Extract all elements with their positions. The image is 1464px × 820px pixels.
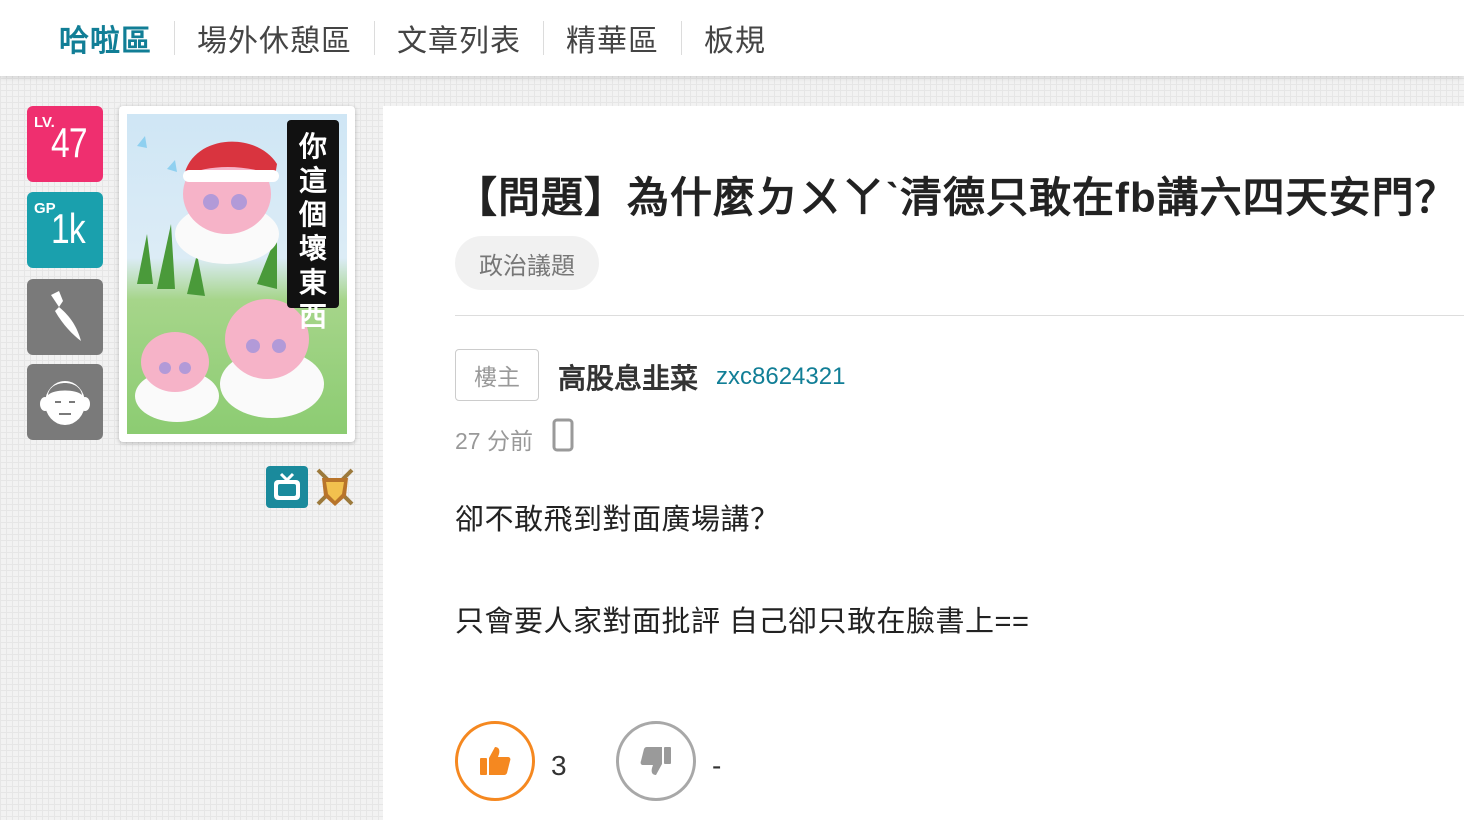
nav-item-off-topic[interactable]: 場外休憩區 [175,21,375,58]
thumbs-down-icon [640,747,671,775]
avatar-caption-char: 西 [298,300,327,333]
shield-achievement-icon[interactable] [314,466,356,508]
nav-item-rules[interactable]: 板規 [682,21,788,58]
post-time: 27 分前 [455,428,533,454]
nav-item-article-list[interactable]: 文章列表 [375,21,544,58]
post-title: 【問題】為什麼ㄉㄨㄚˋ清德只敢在fb講六四天安門？ [455,174,1458,221]
avatar-caption-char: 東 [298,266,327,299]
avatar-card[interactable]: 你 這 個 壞 東 西 [119,106,355,442]
avatar-image: 你 這 個 壞 東 西 [127,114,347,434]
tv-icon [274,472,300,500]
level-badge[interactable]: LV. 47 [27,106,103,182]
upvote-button[interactable] [455,721,535,801]
op-badge: 樓主 [455,349,539,401]
author-name[interactable]: 高股息韭菜 [558,357,698,397]
post-tag[interactable]: 政治議題 [455,236,599,290]
gp-value: 1k [51,205,86,252]
nav-item-harah[interactable]: 哈啦區 [37,21,175,58]
avatar-caption-char: 壞 [298,232,327,265]
post-card: 【問題】為什麼ㄉㄨㄚˋ清德只敢在fb講六四天安門？ 政治議題 樓主 高股息韭菜 … [383,106,1464,820]
crossed-swords-shield-icon [316,468,354,506]
race-badge[interactable] [27,364,103,440]
avatar-caption-char: 個 [298,198,327,231]
class-badge[interactable] [27,279,103,355]
achievement-icons [266,466,356,508]
nav-item-highlights[interactable]: 精華區 [544,21,682,58]
avatar-caption: 你 這 個 壞 東 西 [287,120,339,333]
avatar-caption-char: 這 [298,164,327,197]
downvote-count: - [712,750,722,781]
mobile-icon [552,418,574,452]
sword-icon [51,291,81,341]
post-body-line: 只會要人家對面批評 自己卻只敢在臉書上== [455,606,1030,638]
author-id[interactable]: zxc8624321 [716,363,845,391]
upvote-count: 3 [551,750,567,781]
face-icon [40,381,90,425]
divider [455,315,1464,316]
post-body-line: 卻不敢飛到對面廣場講？ [455,504,780,536]
downvote-button[interactable] [616,721,696,801]
avatar-caption-char: 你 [298,130,327,163]
gp-badge[interactable]: GP 1k [27,192,103,268]
tv-achievement-icon[interactable] [266,466,308,508]
level-value: 47 [51,119,88,166]
thumbs-up-icon [480,747,511,775]
board-nav: 哈啦區 場外休憩區 文章列表 精華區 板規 [0,0,1464,76]
